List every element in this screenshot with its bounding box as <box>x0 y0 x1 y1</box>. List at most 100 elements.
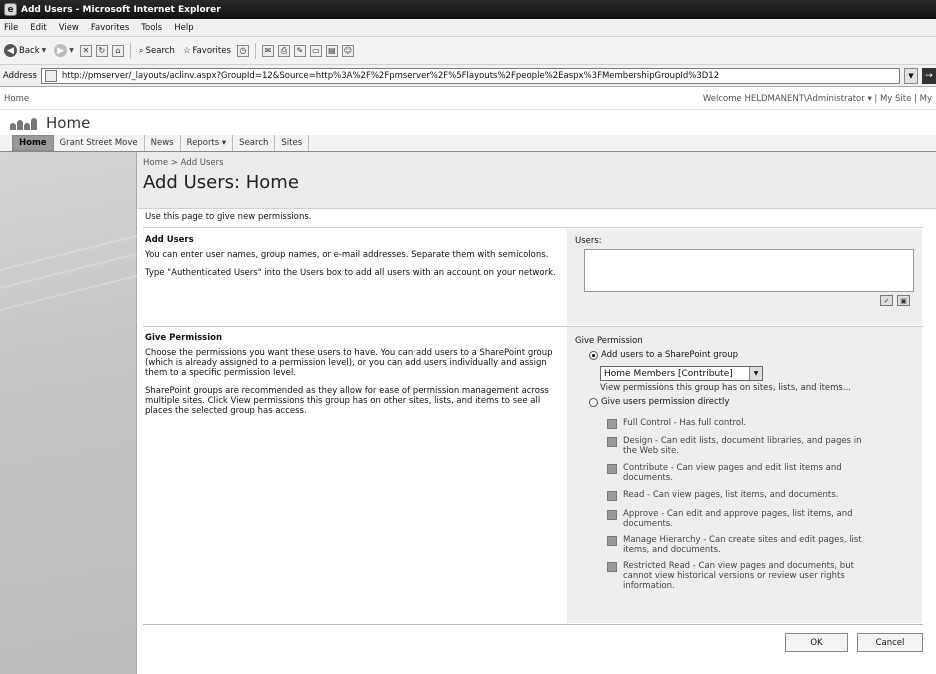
star-icon: ☆ <box>182 45 191 56</box>
menu-file[interactable]: File <box>4 23 18 33</box>
people-icon <box>10 116 38 130</box>
page-title-area: Home > Add Users Add Users: Home <box>137 152 936 209</box>
user-picker-icons: ✓ ▣ <box>880 295 910 306</box>
search-button[interactable]: ⌕ Search <box>137 46 177 56</box>
radio-give-directly-label: Give users permission directly <box>601 397 730 407</box>
forward-arrow-icon: ▶ <box>54 44 68 57</box>
menu-bar: File Edit View Favorites Tools Help <box>0 19 936 37</box>
radio-add-to-group[interactable]: Add users to a SharePoint group <box>589 350 738 360</box>
radio-selected-icon <box>589 350 598 360</box>
menu-help[interactable]: Help <box>174 23 193 33</box>
add-users-section: Add Users You can enter user names, grou… <box>145 235 560 286</box>
checkbox-disabled[interactable] <box>607 419 617 429</box>
menu-view[interactable]: View <box>59 23 79 33</box>
give-permission-heading: Give Permission <box>145 333 223 343</box>
address-input[interactable]: http://pmserver/_layouts/aclinv.aspx?Gro… <box>40 67 900 84</box>
perm-contribute[interactable]: Contribute - Can view pages and edit lis… <box>607 463 877 483</box>
perm-label: Read - Can view pages, list items, and d… <box>623 490 839 500</box>
forward-button[interactable]: ▶ ▼ <box>52 44 76 57</box>
tab-home[interactable]: Home <box>12 135 54 151</box>
radio-give-directly[interactable]: Give users permission directly <box>589 397 729 407</box>
tab-reports[interactable]: Reports ▾ <box>181 135 234 151</box>
users-input[interactable] <box>584 249 914 292</box>
print-icon[interactable]: ⎙ <box>277 44 290 57</box>
add-users-desc-2: Type "Authenticated Users" into the User… <box>145 268 556 278</box>
group-select-value: Home Members [Contribute] <box>604 368 733 379</box>
perm-label: Contribute - Can view pages and edit lis… <box>623 463 842 483</box>
address-label: Address <box>3 70 37 81</box>
back-button[interactable]: ◀ Back ▼ <box>2 44 48 57</box>
window-title-bar: e Add Users - Microsoft Internet Explore… <box>0 0 936 19</box>
tab-sites[interactable]: Sites <box>275 135 310 151</box>
perm-design[interactable]: Design - Can edit lists, document librar… <box>607 436 877 456</box>
users-label: Users: <box>575 236 602 246</box>
perm-approve[interactable]: Approve - Can edit and approve pages, li… <box>607 509 877 529</box>
history-icon[interactable]: ◷ <box>236 44 249 57</box>
address-book-icon[interactable]: ▣ <box>897 295 910 306</box>
site-header: Home <box>0 110 936 135</box>
perm-manage-hierarchy[interactable]: Manage Hierarchy - Can create sites and … <box>607 535 877 555</box>
site-title[interactable]: Home <box>46 114 90 132</box>
menu-favorites[interactable]: Favorites <box>91 23 129 33</box>
back-arrow-icon: ◀ <box>4 44 17 57</box>
chevron-down-icon: ▼ <box>749 367 762 380</box>
section-divider <box>143 624 923 625</box>
go-arrow-icon[interactable]: → <box>922 67 936 84</box>
edit-icon[interactable]: ✎ <box>293 44 306 57</box>
tab-grant-street-move[interactable]: Grant Street Move <box>54 135 145 151</box>
perm-read[interactable]: Read - Can view pages, list items, and d… <box>607 490 877 501</box>
research-icon[interactable]: ▤ <box>325 44 338 57</box>
top-nav-tabs: Home Grant Street Move News Reports ▾ Se… <box>0 135 936 152</box>
perm-label: Full Control - Has full control. <box>623 418 747 428</box>
address-dropdown-icon[interactable]: ▼ <box>904 67 918 84</box>
chevron-down-icon: ▼ <box>69 47 74 54</box>
checkbox-disabled[interactable] <box>607 562 617 572</box>
perm-label: Restricted Read - Can view pages and doc… <box>623 561 854 591</box>
perm-restricted-read[interactable]: Restricted Read - Can view pages and doc… <box>607 561 877 591</box>
decorative-stripe <box>0 234 137 272</box>
tab-search[interactable]: Search <box>233 135 276 151</box>
perm-full-control[interactable]: Full Control - Has full control. <box>607 418 877 429</box>
menu-tools[interactable]: Tools <box>141 23 162 33</box>
toolbar-separator <box>129 42 131 59</box>
cancel-button[interactable]: Cancel <box>857 633 923 652</box>
breadcrumb[interactable]: Home > Add Users <box>143 158 936 168</box>
messenger-icon[interactable]: ☺ <box>341 44 354 57</box>
discuss-icon[interactable]: ▭ <box>309 44 322 57</box>
checkbox-disabled[interactable] <box>607 536 617 546</box>
left-navigation <box>0 152 137 674</box>
radio-unselected-icon <box>589 397 598 407</box>
chevron-down-icon: ▼ <box>41 47 47 54</box>
view-permissions-link[interactable]: View permissions this group has on sites… <box>600 383 851 393</box>
toolbar-separator <box>254 42 256 59</box>
checkbox-disabled[interactable] <box>607 491 617 501</box>
page-title: Add Users: Home <box>143 172 299 193</box>
refresh-icon[interactable]: ↻ <box>95 44 108 57</box>
mail-icon[interactable]: ✉ <box>261 44 274 57</box>
perm-label: Manage Hierarchy - Can create sites and … <box>623 535 862 555</box>
home-icon[interactable]: ⌂ <box>111 44 124 57</box>
section-divider <box>143 227 923 228</box>
search-label: Search <box>145 45 175 56</box>
group-select[interactable]: Home Members [Contribute] ▼ <box>600 366 763 381</box>
search-icon: ⌕ <box>138 45 144 56</box>
checkbox-disabled[interactable] <box>607 464 617 474</box>
favorites-button[interactable]: ☆ Favorites <box>181 46 233 56</box>
home-link[interactable]: Home <box>4 94 29 104</box>
decorative-stripe <box>0 252 137 290</box>
checkbox-disabled[interactable] <box>607 437 617 447</box>
radio-add-to-group-label: Add users to a SharePoint group <box>601 350 738 360</box>
menu-edit[interactable]: Edit <box>30 23 46 33</box>
add-users-heading: Add Users <box>145 235 194 245</box>
perm-label: Design - Can edit lists, document librar… <box>623 436 862 456</box>
checkbox-disabled[interactable] <box>607 510 617 520</box>
decorative-stripe <box>0 274 137 312</box>
ok-button[interactable]: OK <box>785 633 848 652</box>
welcome-menu[interactable]: Welcome HELDMANENT\Administrator ▾ | My … <box>703 94 932 104</box>
browser-toolbar: ◀ Back ▼ ▶ ▼ ✕ ↻ ⌂ ⌕ Search ☆ Favorites … <box>0 37 936 65</box>
check-names-icon[interactable]: ✓ <box>880 295 893 306</box>
tab-news[interactable]: News <box>145 135 181 151</box>
stop-icon[interactable]: ✕ <box>79 44 92 57</box>
give-permission-section: Give Permission Choose the permissions y… <box>145 333 560 424</box>
give-permission-desc-2: SharePoint groups are recommended as the… <box>145 386 549 416</box>
